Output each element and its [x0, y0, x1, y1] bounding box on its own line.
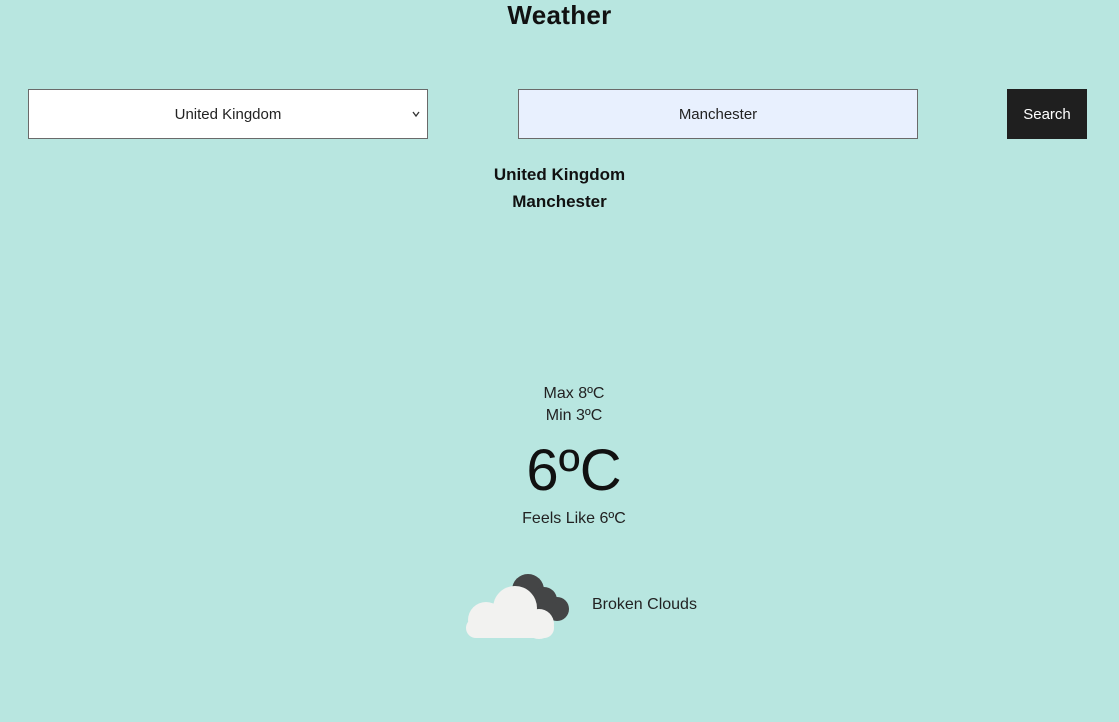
- weather-description: Broken Clouds: [592, 596, 697, 613]
- chevron-down-icon: [412, 111, 420, 118]
- location-city: Manchester: [512, 192, 607, 211]
- broken-clouds-icon: [466, 574, 569, 639]
- current-temperature: 6ºC: [526, 438, 622, 503]
- page-title: Weather: [507, 0, 612, 30]
- max-temperature: Max 8ºC: [543, 385, 605, 402]
- search-button[interactable]: Search: [1007, 89, 1087, 139]
- country-select-value: United Kingdom: [174, 105, 282, 123]
- feels-like: Feels Like 6ºC: [522, 510, 626, 527]
- min-temperature: Min 3ºC: [545, 407, 603, 424]
- location-country: United Kingdom: [493, 165, 626, 184]
- country-select[interactable]: United Kingdom: [28, 89, 428, 139]
- city-input[interactable]: [518, 89, 918, 139]
